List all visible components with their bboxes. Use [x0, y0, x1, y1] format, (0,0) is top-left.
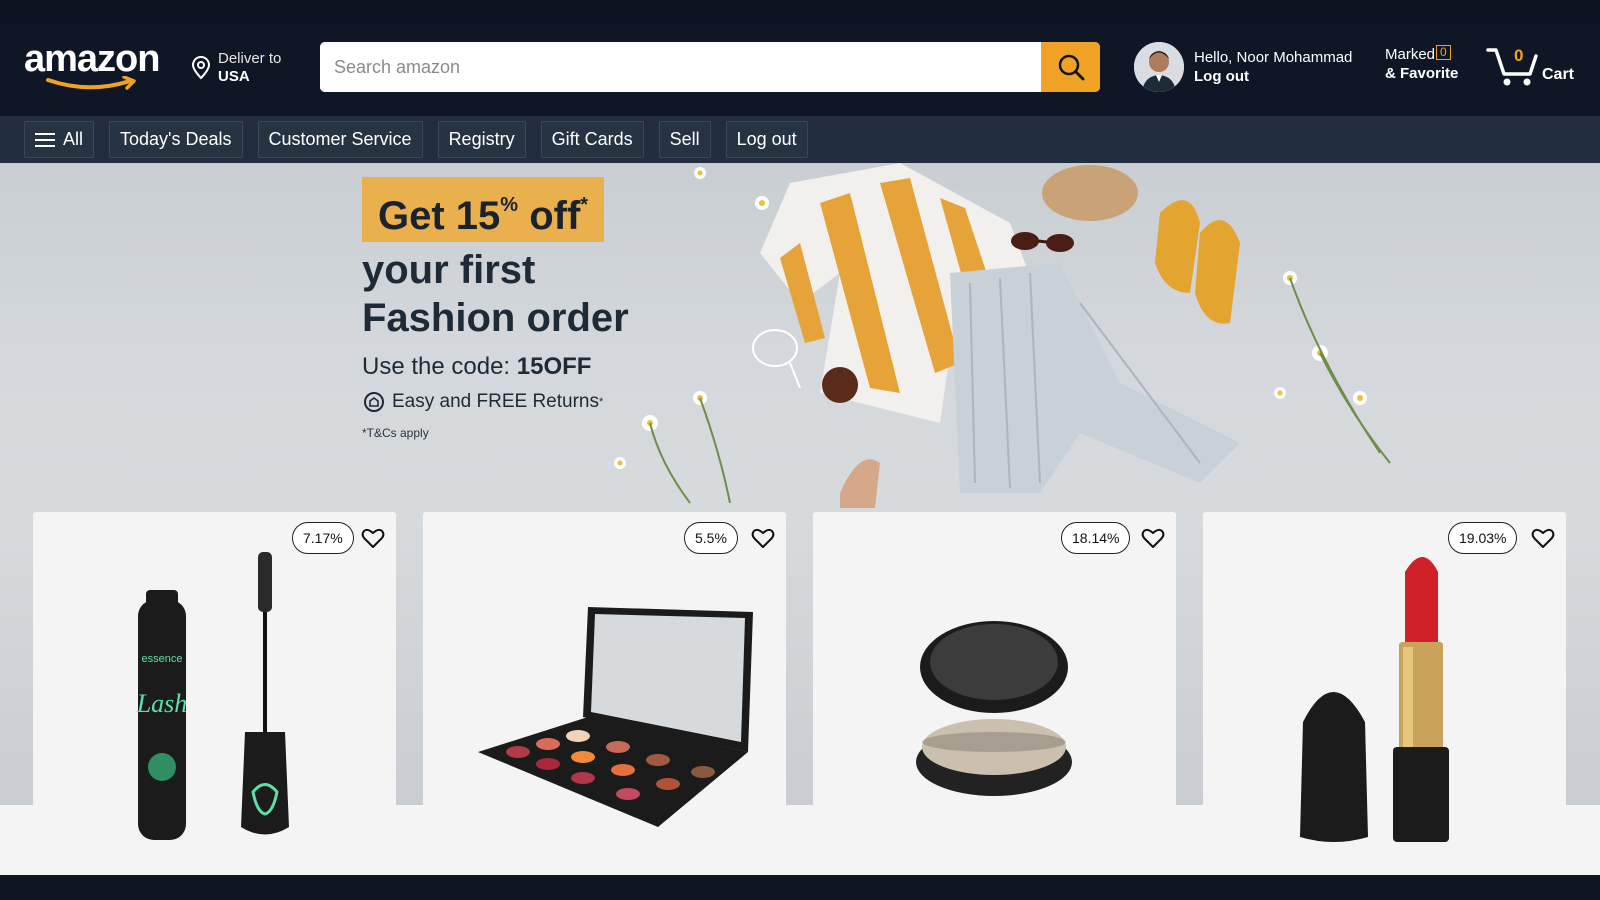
promo-returns-line: Easy and FREE Returns *	[362, 390, 629, 414]
nav-bar: All Today's Deals Customer Service Regis…	[0, 116, 1600, 163]
promo-returns-star: *	[598, 396, 604, 408]
promo-returns-text: Easy and FREE Returns	[392, 391, 599, 412]
promo-tag-text: Get 15	[378, 194, 501, 238]
promo-headline-line1: your first	[362, 248, 536, 292]
menu-icon	[35, 132, 55, 147]
search-button[interactable]	[1041, 42, 1100, 92]
amazon-logo[interactable]: amazon	[24, 38, 164, 90]
sandals-icon	[840, 459, 880, 508]
discount-badge: 19.03%	[1448, 522, 1518, 554]
search-icon	[1058, 54, 1084, 81]
promo-code-prefix: Use the code:	[362, 353, 517, 380]
discount-badge: 7.17%	[292, 522, 354, 554]
avatar[interactable]	[1134, 42, 1184, 92]
deliver-country: USA	[218, 68, 250, 85]
account-menu[interactable]: Hello, Noor Mohammad Log out	[1134, 42, 1352, 92]
promo-tag-star: *	[580, 194, 589, 216]
svg-text:essence: essence	[142, 653, 183, 665]
promo-discount-tag: Get 15% off*	[362, 177, 605, 242]
cart-count: 0	[1514, 46, 1524, 65]
heart-icon[interactable]	[751, 526, 775, 550]
cart-button[interactable]: 0 Cart	[1486, 44, 1586, 90]
straw-bag-icon	[1042, 165, 1138, 221]
cart-icon	[1486, 48, 1538, 86]
bottom-bar	[0, 875, 1600, 900]
heart-icon[interactable]	[361, 526, 385, 550]
nav-item-sell[interactable]: Sell	[658, 121, 711, 158]
fashion-flatlay-illustration	[614, 163, 1391, 508]
top-header: amazon Deliver to USA Search amazon Hell…	[0, 0, 1600, 116]
user-avatar-icon	[1134, 42, 1184, 92]
heart-icon[interactable]	[1531, 526, 1555, 550]
favorite-label: & Favorite	[1385, 65, 1459, 82]
nav-item-gift-cards[interactable]: Gift Cards	[540, 121, 644, 158]
heart-icon[interactable]	[1141, 526, 1165, 550]
promo-code-value: 15OFF	[516, 353, 592, 380]
eyeshadow-palette-image	[478, 607, 753, 827]
promo-tag-off: off	[518, 194, 581, 238]
promo-headline-line2: Fashion order	[362, 296, 629, 340]
deliver-to[interactable]: Deliver to USA	[190, 48, 281, 88]
returns-icon	[364, 392, 384, 412]
product-card[interactable]: 19.03%	[1203, 512, 1566, 882]
cart-label: Cart	[1542, 66, 1575, 83]
sunglasses-icon	[1011, 232, 1074, 252]
nav-item-registry[interactable]: Registry	[437, 121, 526, 158]
marked-count-badge: 0	[1436, 45, 1451, 60]
product-card[interactable]: 18.14%	[813, 512, 1176, 882]
location-pin-icon	[191, 55, 211, 80]
promo-tag-percent: %	[500, 194, 519, 216]
search-bar	[320, 42, 1100, 92]
search-input[interactable]	[320, 42, 1041, 92]
nav-item-all[interactable]: All	[24, 121, 95, 158]
promo-code-line: Use the code: 15OFF	[362, 352, 629, 382]
discount-badge: 18.14%	[1061, 522, 1131, 554]
svg-text:Lash: Lash	[136, 689, 188, 718]
coffee-bowl-icon	[822, 367, 858, 403]
account-logout-link[interactable]: Log out	[1194, 67, 1352, 86]
compact-powder-image	[916, 621, 1072, 796]
product-card[interactable]: 7.17% essence Lash	[33, 512, 396, 882]
logo-text: amazon	[24, 38, 160, 80]
nav-item-customer-service[interactable]: Customer Service	[257, 121, 423, 158]
nav-item-label: All	[63, 129, 84, 149]
deliver-label: Deliver to	[218, 50, 282, 67]
logo-smile-icon	[46, 76, 136, 90]
account-greeting: Hello, Noor Mohammad	[1194, 49, 1353, 66]
header-top-strip	[0, 0, 1600, 24]
promo-block: Get 15% off* your first Fashion order Us…	[362, 177, 629, 440]
nav-item-log-out[interactable]: Log out	[725, 121, 808, 158]
mascara-product-image: essence Lash	[136, 552, 289, 840]
amazon-page: amazon Deliver to USA Search amazon Hell…	[0, 0, 1600, 900]
marked-label: Marked	[1385, 46, 1436, 63]
wine-glass-icon	[752, 329, 801, 389]
product-card[interactable]: 5.5%	[423, 512, 786, 882]
mules-shoes-icon	[1155, 200, 1240, 324]
discount-badge: 5.5%	[684, 522, 738, 554]
marked-favorite[interactable]: Marked 0 & Favorite	[1385, 45, 1458, 83]
promo-terms: *T&Cs apply	[362, 426, 429, 440]
nav-item-todays-deals[interactable]: Today's Deals	[109, 121, 243, 158]
lipstick-image	[1300, 557, 1449, 842]
